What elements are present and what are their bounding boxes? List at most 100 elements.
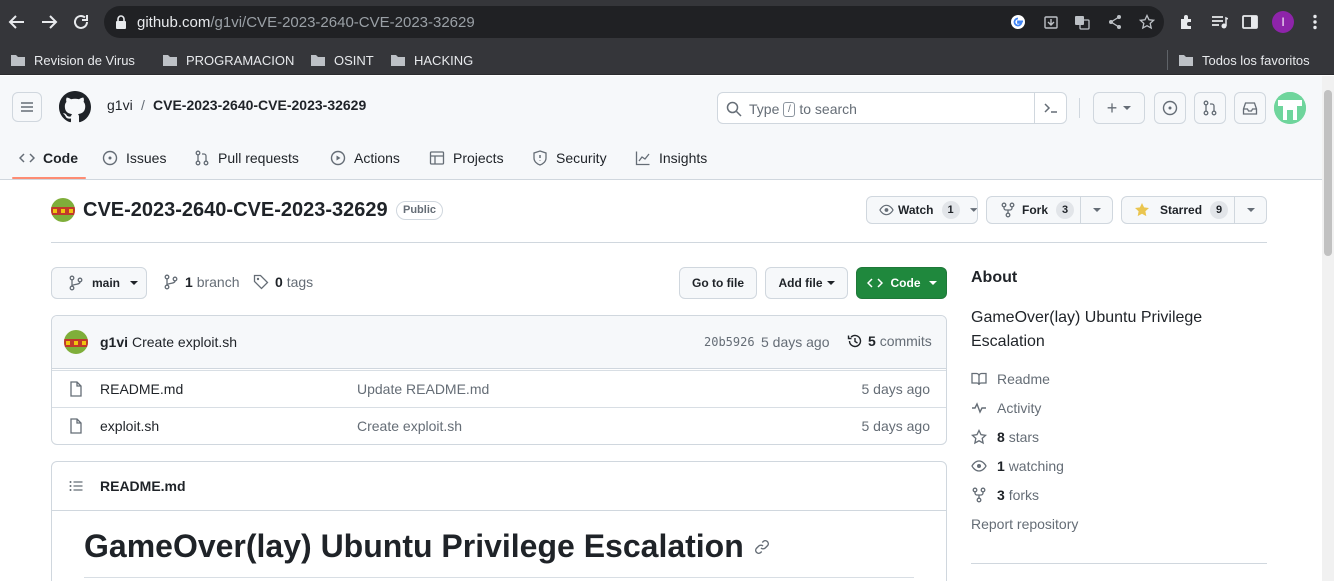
fork-button[interactable]: Fork 3 <box>986 196 1113 224</box>
tab-code[interactable]: Code <box>19 136 78 180</box>
file-commit-message[interactable]: Create exploit.sh <box>357 418 462 434</box>
translate-icon[interactable] <box>1073 13 1091 31</box>
readme-panel: README.md GameOver(lay) Ubuntu Privilege… <box>51 461 947 581</box>
issues-button[interactable] <box>1154 92 1186 124</box>
commit-age: 5 days ago <box>761 334 830 350</box>
eye-icon <box>971 460 987 472</box>
code-icon <box>866 278 883 288</box>
commit-author[interactable]: g1vi <box>100 334 128 350</box>
search-shortcut-key: / <box>783 101 796 117</box>
caret-down-icon <box>826 281 835 285</box>
commit-author-avatar[interactable] <box>64 330 88 354</box>
folder-icon <box>391 55 405 66</box>
bookmark-folder[interactable]: PROGRAMACION <box>162 49 294 71</box>
caret-down-icon <box>1123 106 1132 110</box>
branches-link[interactable]: 1 branch <box>163 274 240 290</box>
visibility-badge: Public <box>396 201 444 220</box>
inbox-button[interactable] <box>1234 92 1266 124</box>
readme-link[interactable]: Readme <box>971 371 1050 387</box>
install-app-icon[interactable] <box>1042 13 1060 31</box>
commits-link[interactable]: 5 commits <box>847 333 932 349</box>
add-file-button[interactable]: Add file <box>765 267 848 299</box>
tab-projects[interactable]: Projects <box>429 136 504 180</box>
search-input[interactable]: Type / to search <box>717 92 1067 124</box>
breadcrumb-repo[interactable]: CVE-2023-2640-CVE-2023-32629 <box>153 97 366 113</box>
hamburger-icon <box>21 102 33 112</box>
user-avatar[interactable] <box>1274 92 1306 124</box>
create-new-button[interactable]: + <box>1093 92 1145 124</box>
github-logo-icon[interactable] <box>59 91 91 123</box>
fork-dropdown[interactable] <box>1080 197 1112 223</box>
folder-icon <box>311 55 325 66</box>
forward-arrow-icon[interactable] <box>37 10 61 34</box>
star-list-dropdown[interactable] <box>1234 197 1266 223</box>
reload-icon[interactable] <box>69 10 93 34</box>
breadcrumb-owner[interactable]: g1vi <box>107 97 133 113</box>
tab-issues[interactable]: Issues <box>102 136 166 180</box>
search-icon <box>726 101 742 117</box>
back-arrow-icon[interactable] <box>5 10 29 34</box>
repo-owner-avatar[interactable] <box>51 198 75 222</box>
go-to-file-button[interactable]: Go to file <box>679 267 757 299</box>
watching-link[interactable]: 1 watching <box>971 458 1064 474</box>
command-palette-icon[interactable] <box>1034 93 1067 123</box>
bookmarks-divider <box>1167 50 1168 70</box>
forks-link[interactable]: 3 forks <box>971 487 1039 503</box>
scrollbar-thumb[interactable] <box>1324 90 1332 256</box>
file-browser: g1vi Create exploit.sh 20b5926 5 days ag… <box>51 315 947 445</box>
report-repository-link[interactable]: Report repository <box>971 516 1078 532</box>
tab-insights[interactable]: Insights <box>635 136 707 180</box>
file-commit-message[interactable]: Update README.md <box>357 381 489 397</box>
profile-avatar[interactable]: I <box>1272 11 1294 33</box>
tab-security[interactable]: Security <box>532 136 607 180</box>
about-heading: About <box>971 269 1018 286</box>
file-name[interactable]: README.md <box>100 381 183 397</box>
tags-link[interactable]: 0 tags <box>253 274 313 290</box>
caret-down-icon <box>130 281 139 285</box>
repo-title[interactable]: CVE-2023-2640-CVE-2023-32629 <box>83 199 388 222</box>
tab-pull-requests[interactable]: Pull requests <box>194 136 299 180</box>
file-name[interactable]: exploit.sh <box>100 418 159 434</box>
list-unordered-icon[interactable] <box>68 478 84 494</box>
divider <box>51 242 1267 243</box>
watch-button[interactable]: Watch 1 <box>866 196 978 224</box>
search-placeholder: Type / to search <box>749 101 857 117</box>
all-bookmarks-folder[interactable]: Todos los favoritos <box>1178 49 1310 71</box>
file-row[interactable]: README.md Update README.md 5 days ago <box>52 370 946 407</box>
bookmark-star-icon[interactable] <box>1138 13 1156 31</box>
folder-icon <box>11 55 25 66</box>
bookmark-folder[interactable]: Revision de Virus <box>10 49 135 71</box>
commit-message[interactable]: Create exploit.sh <box>132 334 237 350</box>
pulse-icon <box>972 402 986 414</box>
stars-link[interactable]: 8 stars <box>971 429 1039 445</box>
starred-button[interactable]: Starred 9 <box>1121 196 1267 224</box>
code-dropdown-button[interactable]: Code <box>856 267 947 299</box>
page-scrollbar[interactable] <box>1322 76 1334 581</box>
commit-sha[interactable]: 20b5926 <box>704 335 755 349</box>
bookmark-folder[interactable]: OSINT <box>310 49 374 71</box>
google-icon[interactable] <box>1009 13 1027 31</box>
activity-link[interactable]: Activity <box>971 400 1041 416</box>
about-description: GameOver(lay) Ubuntu Privilege Escalatio… <box>971 309 1203 350</box>
hamburger-menu-button[interactable] <box>12 92 42 122</box>
bookmark-folder[interactable]: HACKING <box>390 49 473 71</box>
plus-icon: + <box>1106 98 1118 118</box>
star-filled-icon <box>1135 203 1149 217</box>
address-bar[interactable]: github.com/g1vi/CVE-2023-2640-CVE-2023-3… <box>104 6 1164 38</box>
inbox-icon <box>1242 102 1258 115</box>
media-queue-icon[interactable] <box>1209 12 1229 32</box>
side-panel-icon[interactable] <box>1240 12 1260 32</box>
extensions-icon[interactable] <box>1177 12 1197 32</box>
share-icon[interactable] <box>1106 13 1124 31</box>
readme-header: README.md <box>52 462 946 511</box>
history-icon <box>847 334 862 348</box>
pull-requests-button[interactable] <box>1194 92 1226 124</box>
file-row[interactable]: exploit.sh Create exploit.sh 5 days ago <box>52 407 946 444</box>
tab-actions[interactable]: Actions <box>330 136 400 180</box>
header-divider <box>1079 98 1080 118</box>
anchor-link-icon[interactable] <box>754 539 770 555</box>
readme-filename[interactable]: README.md <box>100 478 186 494</box>
branch-selector[interactable]: main <box>51 267 147 299</box>
star-count: 9 <box>1210 201 1229 219</box>
kebab-menu-icon[interactable] <box>1305 12 1325 32</box>
